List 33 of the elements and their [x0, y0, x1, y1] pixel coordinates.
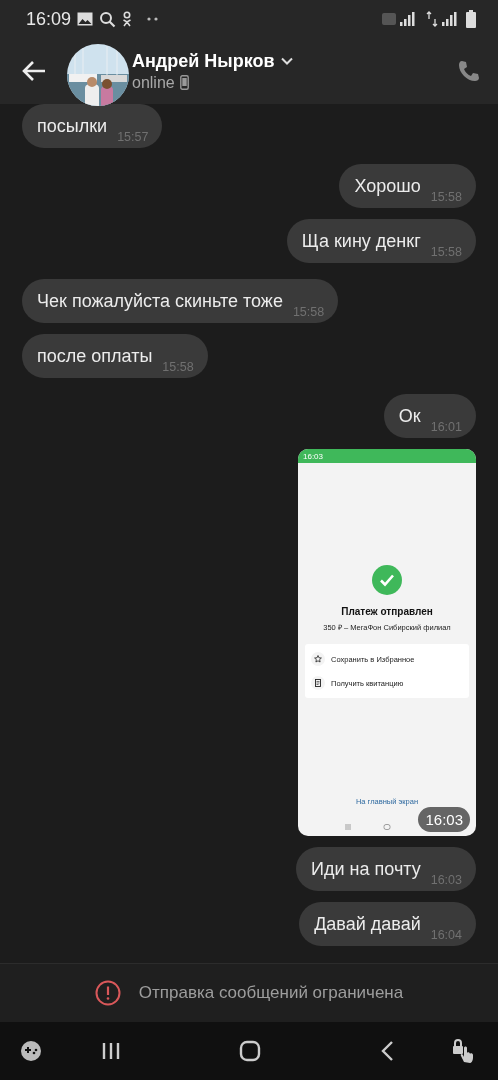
receipt-icon	[311, 676, 325, 690]
message-text: посылки	[37, 115, 108, 138]
home-icon[interactable]	[239, 1040, 261, 1062]
signal-icon	[424, 11, 460, 27]
contact-name[interactable]: Андрей Нырков	[132, 50, 275, 72]
message-time: 16:03	[418, 807, 470, 832]
star-icon	[311, 652, 325, 666]
gamepad-icon[interactable]	[20, 1040, 42, 1062]
signal-icon	[382, 11, 418, 27]
message-text: после оплаты	[37, 345, 153, 368]
phone-call-icon[interactable]	[458, 60, 480, 82]
person-icon	[122, 11, 133, 27]
search-icon	[99, 10, 117, 28]
warning-icon	[94, 980, 121, 1006]
success-title: Платеж отправлен	[341, 606, 433, 617]
message-text: Чек пожалуйста скиньте тоже	[37, 290, 283, 313]
message-text: Ок	[398, 405, 421, 428]
phone-device-icon	[179, 75, 189, 90]
chevron-down-icon[interactable]	[280, 57, 293, 65]
back-arrow-icon[interactable]	[22, 61, 46, 81]
battery-icon	[466, 10, 476, 28]
clock: 16:09	[26, 8, 72, 30]
restriction-notice: Отправка сообщений ограничена	[138, 983, 404, 1003]
check-icon	[372, 565, 402, 595]
back-icon[interactable]	[379, 1040, 394, 1062]
message-text: Ща кину денкг	[301, 230, 421, 253]
image-icon	[77, 12, 94, 26]
message-text: Хорошо	[354, 175, 421, 198]
home-icon	[383, 823, 391, 831]
message-text: Иди на почту	[311, 858, 421, 881]
status-time: 16:03	[303, 451, 324, 461]
presence-status: online	[132, 73, 175, 92]
message-text: Давай давай	[314, 913, 421, 936]
